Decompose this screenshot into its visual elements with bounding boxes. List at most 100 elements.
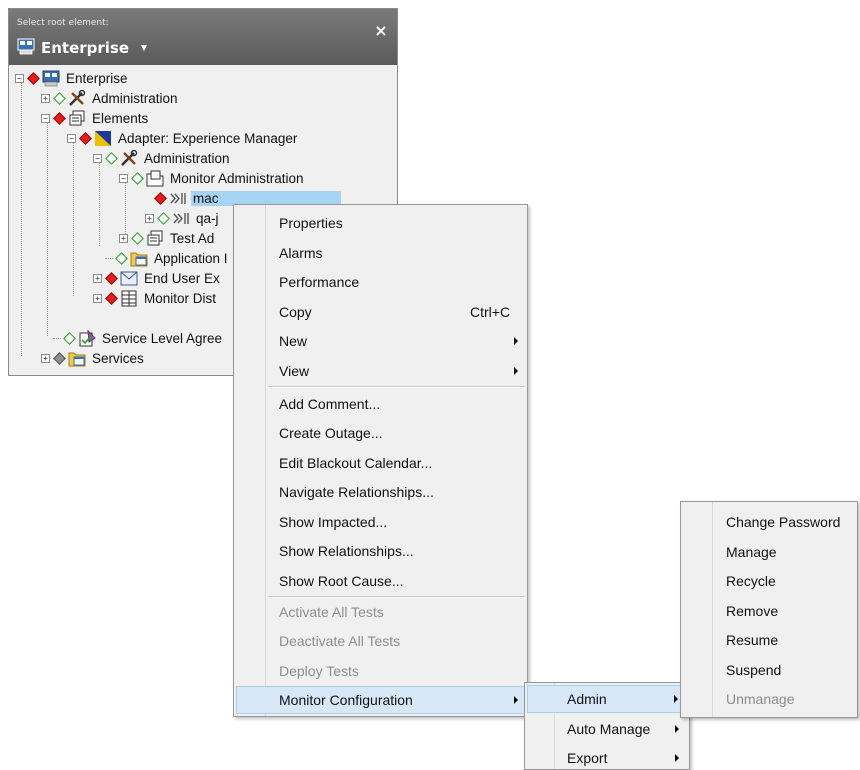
tree-node-elements[interactable]: − Elements [41, 108, 150, 128]
tree-node-adapter[interactable]: − Adapter: Experience Manager [67, 128, 299, 148]
submenu-arrow-icon [674, 695, 678, 703]
tree-node-monitor-qa[interactable]: + qa-j [145, 208, 221, 228]
collapse-icon[interactable]: − [41, 113, 50, 123]
menu-item-label: View [279, 363, 310, 379]
menu-item-label: Show Root Cause... [279, 573, 404, 589]
menu-item-resume[interactable]: Resume [683, 627, 855, 653]
expand-icon[interactable]: + [119, 233, 128, 243]
root-element-value: Enterprise [41, 39, 130, 57]
tree-node-monitor-dist[interactable]: + Monitor Dist [93, 288, 218, 308]
menu-item-performance[interactable]: Performance [236, 269, 525, 295]
expand-icon[interactable]: + [145, 213, 154, 223]
tree-node-application[interactable]: Application I [105, 248, 230, 268]
monitor-icon [169, 190, 187, 207]
menu-item-copy[interactable]: Copy Ctrl+C [236, 299, 525, 325]
submenu-arrow-icon [675, 725, 679, 733]
menu-item-new[interactable]: New [236, 328, 525, 354]
status-ok-icon [53, 91, 66, 105]
menu-item-monitor-configuration[interactable]: Monitor Configuration [236, 686, 525, 714]
tree-node-label: Administration [144, 150, 230, 166]
menu-item-remove[interactable]: Remove [683, 598, 855, 624]
expand-icon[interactable]: + [93, 273, 102, 283]
tree-node-label: qa-j [196, 210, 219, 226]
menu-item-label: Performance [279, 274, 360, 290]
menu-item-show-root-cause[interactable]: Show Root Cause... [236, 568, 525, 594]
status-critical-icon [79, 131, 92, 145]
menu-item-view[interactable]: View [236, 358, 525, 384]
status-ok-icon [157, 211, 170, 225]
tree-guide-line [105, 257, 113, 259]
tree-guide-line [73, 142, 74, 296]
collapse-icon[interactable]: − [67, 133, 76, 143]
monitor-icon [172, 210, 190, 227]
expand-icon[interactable]: + [41, 353, 50, 363]
menu-item-label: Recycle [726, 573, 776, 589]
menu-item-label: Deactivate All Tests [279, 633, 401, 649]
status-critical-icon [154, 191, 167, 205]
tree-node-label: Services [92, 350, 144, 366]
menu-item-admin[interactable]: Admin [527, 685, 687, 713]
menu-item-create-outage[interactable]: Create Outage... [236, 420, 525, 446]
tree-node-services[interactable]: + Services [41, 348, 146, 368]
menu-item-deactivate-all-tests: Deactivate All Tests [236, 628, 525, 654]
status-ok-icon [131, 171, 144, 185]
menu-item-show-relationships[interactable]: Show Relationships... [236, 538, 525, 564]
menu-item-label: Resume [726, 632, 779, 648]
menu-item-recycle[interactable]: Recycle [683, 568, 855, 594]
chevron-down-icon: ▼ [139, 42, 149, 54]
menu-item-label: Add Comment... [279, 396, 381, 412]
expand-icon[interactable]: + [41, 93, 50, 103]
status-ok-icon [105, 151, 118, 165]
menu-item-properties[interactable]: Properties [236, 210, 525, 236]
tree-node-label: Enterprise [66, 70, 128, 86]
tree-node-monitor-administration[interactable]: − Monitor Administration [119, 168, 306, 188]
tree-node-label: Application I [154, 250, 228, 266]
enterprise-icon [42, 70, 60, 87]
menu-item-auto-manage[interactable]: Auto Manage [527, 716, 687, 742]
tree-node-administration[interactable]: + Administration [41, 88, 180, 108]
tree-node-label: Monitor Dist [144, 290, 217, 306]
menu-item-edit-blackout[interactable]: Edit Blackout Calendar... [236, 450, 525, 476]
menu-item-change-password[interactable]: Change Password [683, 509, 855, 535]
close-button[interactable]: × [373, 23, 389, 39]
menu-item-label: Show Relationships... [279, 543, 414, 559]
tree-node-enterprise[interactable]: − Enterprise [15, 68, 130, 88]
menu-item-label: Edit Blackout Calendar... [279, 455, 433, 471]
tree-node-service-level[interactable]: Service Level Agree [53, 328, 224, 348]
menu-item-label: Remove [726, 603, 779, 619]
collapse-icon[interactable]: − [15, 73, 24, 83]
submenu-arrow-icon [514, 696, 518, 704]
menu-separator [268, 386, 525, 388]
tree-node-test-admin[interactable]: + Test Ad [119, 228, 216, 248]
tree-node-adapter-administration[interactable]: − Administration [93, 148, 232, 168]
admin-submenu: Change Password Manage Recycle Remove Re… [680, 501, 858, 718]
elements-icon [146, 230, 164, 247]
menu-item-alarms[interactable]: Alarms [236, 240, 525, 266]
status-critical-icon [105, 271, 118, 285]
collapse-icon[interactable]: − [119, 173, 128, 183]
menu-item-suspend[interactable]: Suspend [683, 657, 855, 683]
menu-item-navigate-relationships[interactable]: Navigate Relationships... [236, 479, 525, 505]
menu-item-show-impacted[interactable]: Show Impacted... [236, 509, 525, 535]
status-ok-icon [115, 251, 128, 265]
menu-item-export[interactable]: Export [527, 745, 687, 770]
tree-guide-line [99, 162, 100, 246]
root-element-dropdown[interactable]: Enterprise ▼ [17, 37, 149, 59]
expand-icon[interactable]: + [93, 293, 102, 303]
menu-item-add-comment[interactable]: Add Comment... [236, 391, 525, 417]
calendar-folder-icon [68, 350, 86, 367]
menu-item-manage[interactable]: Manage [683, 539, 855, 565]
tree-node-end-user[interactable]: + End User Ex [93, 268, 222, 288]
monitor-configuration-submenu: Admin Auto Manage Export [524, 682, 690, 770]
root-element-caption: Select root element: [17, 18, 109, 28]
elements-icon [68, 110, 86, 127]
folder-icon [146, 170, 164, 187]
submenu-arrow-icon [675, 754, 679, 762]
tree-node-label: Administration [92, 90, 178, 106]
collapse-icon[interactable]: − [93, 153, 102, 163]
menu-item-deploy-tests: Deploy Tests [236, 658, 525, 684]
tree-guide-line [47, 122, 48, 336]
menu-separator [268, 596, 525, 598]
menu-item-label: Activate All Tests [279, 604, 384, 620]
menu-item-label: Navigate Relationships... [279, 484, 434, 500]
